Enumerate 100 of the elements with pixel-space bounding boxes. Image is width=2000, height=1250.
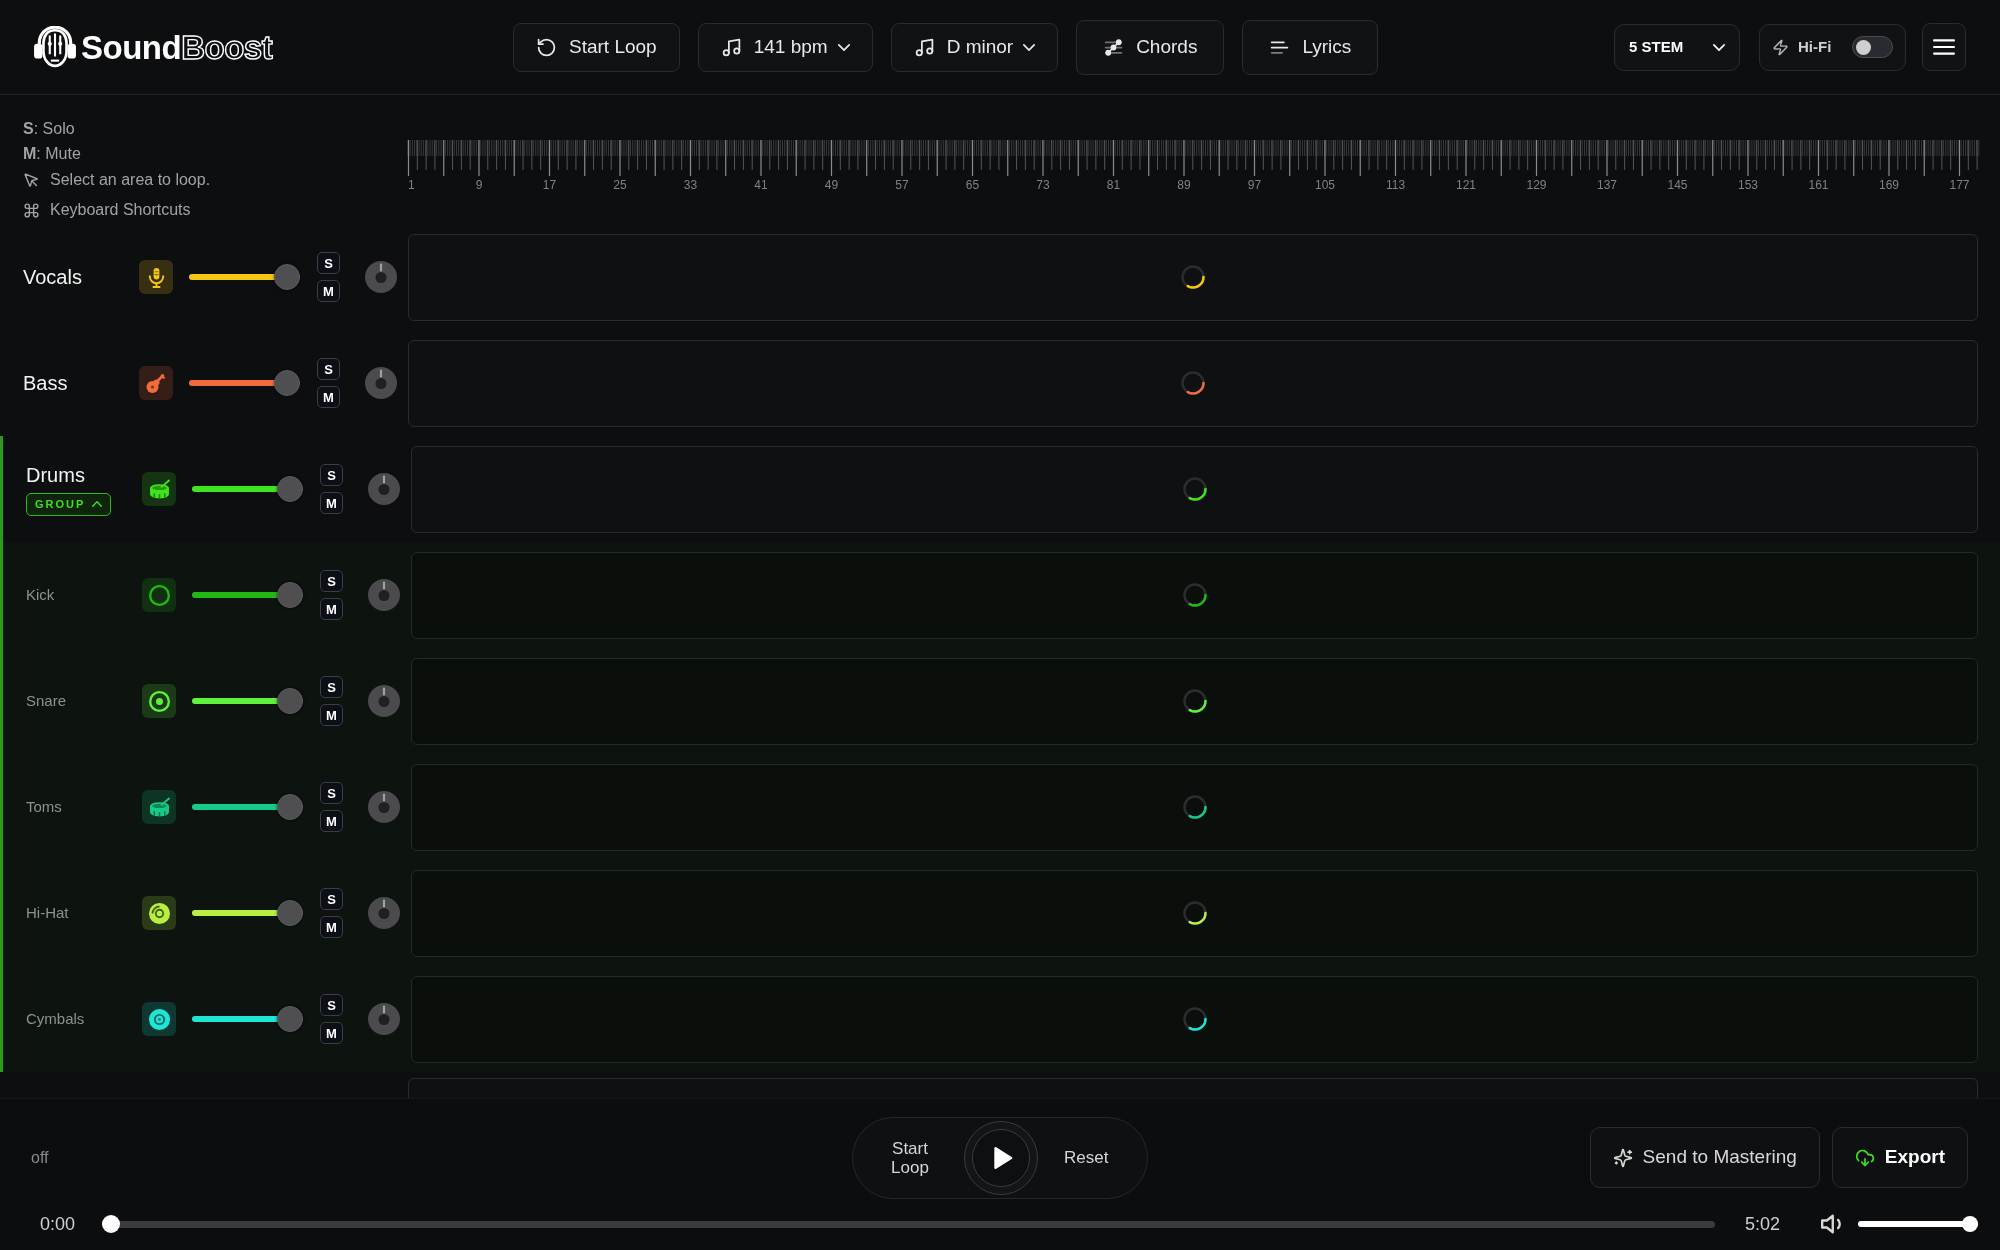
mute-button[interactable]: M xyxy=(320,704,343,726)
hifi-label: Hi-Fi xyxy=(1798,36,1832,57)
mute-button[interactable]: M xyxy=(320,598,343,620)
stem-dropdown[interactable]: 5 STEM xyxy=(1614,23,1740,71)
volume-slider[interactable] xyxy=(189,370,300,396)
mute-button[interactable]: M xyxy=(317,280,340,302)
bar-number: 153 xyxy=(1738,178,1758,192)
reset-button[interactable]: Reset xyxy=(1064,1144,1109,1171)
track-name: Kick xyxy=(26,585,55,605)
drum-icon xyxy=(142,472,176,506)
mute-button[interactable]: M xyxy=(320,810,343,832)
pan-knob[interactable] xyxy=(368,897,400,929)
track-lane[interactable] xyxy=(411,657,1978,745)
solo-button[interactable]: S xyxy=(320,888,343,910)
volume-slider[interactable] xyxy=(192,900,303,926)
rotate-icon xyxy=(536,36,557,58)
volume-slider[interactable] xyxy=(192,794,303,820)
speaker-icon[interactable] xyxy=(1820,1214,1842,1234)
bar-number: 41 xyxy=(754,178,768,192)
track-lane[interactable] xyxy=(411,445,1978,533)
volume-slider[interactable] xyxy=(192,476,303,502)
keyboard-shortcuts-link[interactable]: Keyboard Shortcuts xyxy=(50,198,191,222)
solo-button[interactable]: S xyxy=(320,994,343,1016)
group-toggle[interactable]: GROUP xyxy=(26,492,112,516)
bar-number: 57 xyxy=(895,178,909,192)
tempo-dropdown[interactable]: 141 bpm xyxy=(697,22,873,72)
bar-number: 81 xyxy=(1106,178,1121,192)
microphone-icon xyxy=(139,260,173,294)
key-dropdown[interactable]: D minor xyxy=(890,22,1059,72)
mute-button[interactable]: M xyxy=(320,916,343,938)
solo-button[interactable]: S xyxy=(320,676,343,698)
bar-number: 169 xyxy=(1879,178,1899,192)
guitar-icon xyxy=(139,366,173,400)
send-to-mastering-button[interactable]: Send to Mastering xyxy=(1589,1127,1820,1188)
mute-button[interactable]: M xyxy=(317,386,340,408)
logo-wordmark: SoundBoost xyxy=(81,30,273,64)
legend-text: S: Solo xyxy=(23,119,75,139)
track-name: Bass xyxy=(23,371,68,395)
chevron-down-icon xyxy=(837,43,850,51)
track-lane[interactable] xyxy=(411,869,1978,957)
track-name: Hi-Hat xyxy=(26,903,69,923)
track-name: Snare xyxy=(26,691,67,711)
bar-number: 89 xyxy=(1177,178,1191,192)
pan-knob[interactable] xyxy=(368,473,400,505)
track-lane[interactable] xyxy=(411,763,1978,851)
volume-slider[interactable] xyxy=(192,688,303,714)
solo-button[interactable]: S xyxy=(320,782,343,804)
track-lane[interactable] xyxy=(408,339,1978,427)
bar-number: 177 xyxy=(1949,178,1970,192)
track-lane[interactable] xyxy=(411,975,1978,1063)
elapsed-time: 0:00 xyxy=(40,1212,77,1236)
duration-time: 5:02 xyxy=(1744,1212,1780,1236)
track-lane[interactable] xyxy=(408,1078,1978,1098)
drum-icon xyxy=(142,790,176,824)
track-lane[interactable] xyxy=(408,233,1978,321)
bar-number: 33 xyxy=(683,178,698,192)
lyrics-button[interactable]: Lyrics xyxy=(1242,19,1379,75)
pan-knob[interactable] xyxy=(365,367,397,399)
bar-number: 121 xyxy=(1456,178,1476,192)
export-button[interactable]: Export xyxy=(1831,1127,1968,1188)
track-name: Toms xyxy=(26,797,62,817)
solo-button[interactable]: S xyxy=(320,570,343,592)
volume-slider[interactable] xyxy=(189,264,300,290)
pan-knob[interactable] xyxy=(368,1003,400,1035)
mute-button[interactable]: M xyxy=(320,492,343,514)
solo-button[interactable]: S xyxy=(320,464,343,486)
timeline-ruler[interactable] xyxy=(407,139,1980,177)
hifi-toggle[interactable] xyxy=(1852,36,1893,58)
volume-slider[interactable] xyxy=(192,582,303,608)
pan-knob[interactable] xyxy=(368,791,400,823)
music-note-icon xyxy=(720,36,742,58)
progress-slider[interactable] xyxy=(102,1215,1715,1233)
hifi-control[interactable]: Hi-Fi xyxy=(1759,23,1906,71)
bar-number: 17 xyxy=(542,178,557,192)
chord-progression-icon xyxy=(1103,36,1125,58)
loop-status-text: off xyxy=(31,1148,49,1166)
cloud-download-icon xyxy=(1854,1147,1875,1168)
music-note-icon xyxy=(913,36,935,58)
pan-knob[interactable] xyxy=(368,579,400,611)
chords-button[interactable]: Chords xyxy=(1076,19,1225,75)
menu-button[interactable] xyxy=(1922,23,1966,71)
solo-button[interactable]: S xyxy=(317,358,340,380)
start-loop-button[interactable]: Start Loop xyxy=(883,1138,937,1177)
bar-number: 65 xyxy=(965,178,980,192)
track-lane[interactable] xyxy=(411,551,1978,639)
solo-button[interactable]: S xyxy=(317,252,340,274)
loop-button[interactable]: Start Loop xyxy=(513,22,680,72)
bar-number: 25 xyxy=(613,178,627,192)
sparkles-icon xyxy=(1612,1147,1633,1168)
volume-slider[interactable] xyxy=(192,1006,303,1032)
pan-knob[interactable] xyxy=(368,685,400,717)
mute-button[interactable]: M xyxy=(320,1022,343,1044)
chevron-down-icon xyxy=(1023,43,1036,51)
bar-number: 49 xyxy=(824,178,839,192)
master-volume-slider[interactable] xyxy=(1858,1216,1978,1232)
pan-knob[interactable] xyxy=(365,261,397,293)
bar-number: 97 xyxy=(1247,178,1262,192)
bar-number: 113 xyxy=(1385,178,1406,192)
track-name: Cymbals xyxy=(26,1009,85,1029)
bar-number: 145 xyxy=(1667,178,1688,192)
